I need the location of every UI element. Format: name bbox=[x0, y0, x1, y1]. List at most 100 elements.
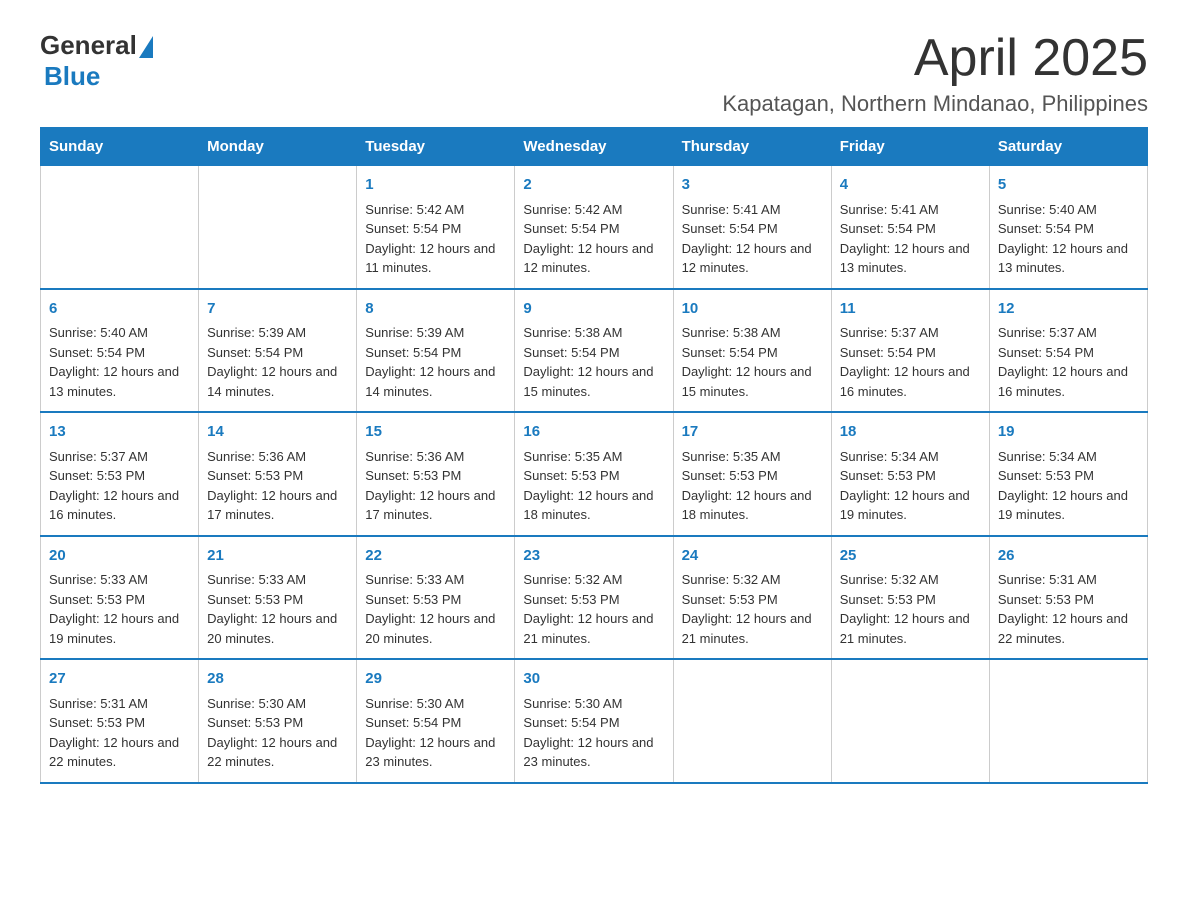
sun-info: Sunrise: 5:38 AMSunset: 5:54 PMDaylight:… bbox=[682, 323, 823, 401]
sun-info: Sunrise: 5:31 AMSunset: 5:53 PMDaylight:… bbox=[49, 694, 190, 772]
day-number: 9 bbox=[523, 298, 664, 321]
col-header-tuesday: Tuesday bbox=[357, 128, 515, 166]
day-number: 13 bbox=[49, 421, 190, 444]
col-header-thursday: Thursday bbox=[673, 128, 831, 166]
calendar-cell: 9Sunrise: 5:38 AMSunset: 5:54 PMDaylight… bbox=[515, 289, 673, 413]
sun-info: Sunrise: 5:39 AMSunset: 5:54 PMDaylight:… bbox=[365, 323, 506, 401]
calendar-cell: 6Sunrise: 5:40 AMSunset: 5:54 PMDaylight… bbox=[41, 289, 199, 413]
sun-info: Sunrise: 5:34 AMSunset: 5:53 PMDaylight:… bbox=[840, 447, 981, 525]
calendar-cell: 30 Sunrise: 5:30 AMSunset: 5:54 PMDayligh… bbox=[515, 659, 673, 783]
col-header-sunday: Sunday bbox=[41, 128, 199, 166]
calendar-cell: 18Sunrise: 5:34 AMSunset: 5:53 PMDayligh… bbox=[831, 412, 989, 536]
calendar-cell: 29Sunrise: 5:30 AMSunset: 5:54 PMDayligh… bbox=[357, 659, 515, 783]
sun-info: Sunrise: 5:42 AMSunset: 5:54 PMDaylight:… bbox=[365, 200, 506, 278]
calendar-cell: 13 Sunrise: 5:37 AMSunset: 5:53 PMDayligh… bbox=[41, 412, 199, 536]
day-number: 21 bbox=[207, 545, 348, 568]
day-number: 24 bbox=[682, 545, 823, 568]
calendar-cell: 2Sunrise: 5:42 AMSunset: 5:54 PMDaylight… bbox=[515, 166, 673, 289]
sun-info: Sunrise: 5:33 AMSunset: 5:53 PMDaylight:… bbox=[365, 570, 506, 648]
sun-info: Sunrise: 5:36 AMSunset: 5:53 PMDaylight:… bbox=[207, 447, 348, 525]
day-number: 17 bbox=[682, 421, 823, 444]
day-number: 3 bbox=[682, 174, 823, 197]
calendar-table: SundayMondayTuesdayWednesdayThursdayFrid… bbox=[40, 127, 1148, 784]
calendar-cell: 28 Sunrise: 5:30 AMSunset: 5:53 PMDayligh… bbox=[199, 659, 357, 783]
calendar-week-row: 20Sunrise: 5:33 AMSunset: 5:53 PMDayligh… bbox=[41, 536, 1148, 660]
calendar-cell: 25Sunrise: 5:32 AMSunset: 5:53 PMDayligh… bbox=[831, 536, 989, 660]
sun-info: Sunrise: 5:41 AMSunset: 5:54 PMDaylight:… bbox=[682, 200, 823, 278]
calendar-cell: 8Sunrise: 5:39 AMSunset: 5:54 PMDaylight… bbox=[357, 289, 515, 413]
sun-info: Sunrise: 5:37 AMSunset: 5:54 PMDaylight:… bbox=[998, 323, 1139, 401]
sun-info: Sunrise: 5:37 AMSunset: 5:54 PMDaylight:… bbox=[840, 323, 981, 401]
day-number: 14 bbox=[207, 421, 348, 444]
logo-triangle-icon bbox=[139, 36, 153, 58]
calendar-cell: 17Sunrise: 5:35 AMSunset: 5:53 PMDayligh… bbox=[673, 412, 831, 536]
calendar-cell: 23Sunrise: 5:32 AMSunset: 5:53 PMDayligh… bbox=[515, 536, 673, 660]
calendar-cell: 16Sunrise: 5:35 AMSunset: 5:53 PMDayligh… bbox=[515, 412, 673, 536]
sun-info: Sunrise: 5:32 AMSunset: 5:53 PMDaylight:… bbox=[682, 570, 823, 648]
calendar-cell: 4 Sunrise: 5:41 AMSunset: 5:54 PMDaylight… bbox=[831, 166, 989, 289]
day-number: 30 bbox=[523, 668, 664, 691]
day-number: 11 bbox=[840, 298, 981, 321]
calendar-cell: 1Sunrise: 5:42 AMSunset: 5:54 PMDaylight… bbox=[357, 166, 515, 289]
day-number: 10 bbox=[682, 298, 823, 321]
day-number: 19 bbox=[998, 421, 1139, 444]
calendar-cell: 7Sunrise: 5:39 AMSunset: 5:54 PMDaylight… bbox=[199, 289, 357, 413]
calendar-cell: 12Sunrise: 5:37 AMSunset: 5:54 PMDayligh… bbox=[989, 289, 1147, 413]
page-header: General Blue April 2025 Kapatagan, North… bbox=[40, 30, 1148, 117]
sun-info: Sunrise: 5:30 AMSunset: 5:53 PMDaylight:… bbox=[207, 694, 348, 772]
sun-info: Sunrise: 5:31 AMSunset: 5:53 PMDaylight:… bbox=[998, 570, 1139, 648]
sun-info: Sunrise: 5:38 AMSunset: 5:54 PMDaylight:… bbox=[523, 323, 664, 401]
month-title: April 2025 bbox=[722, 30, 1148, 87]
day-number: 4 bbox=[840, 174, 981, 197]
day-number: 7 bbox=[207, 298, 348, 321]
calendar-cell bbox=[199, 166, 357, 289]
day-number: 22 bbox=[365, 545, 506, 568]
calendar-cell: 3 Sunrise: 5:41 AMSunset: 5:54 PMDaylight… bbox=[673, 166, 831, 289]
calendar-cell: 22Sunrise: 5:33 AMSunset: 5:53 PMDayligh… bbox=[357, 536, 515, 660]
sun-info: Sunrise: 5:41 AMSunset: 5:54 PMDaylight:… bbox=[840, 200, 981, 278]
calendar-cell: 15 Sunrise: 5:36 AMSunset: 5:53 PMDayligh… bbox=[357, 412, 515, 536]
day-number: 2 bbox=[523, 174, 664, 197]
calendar-week-row: 1Sunrise: 5:42 AMSunset: 5:54 PMDaylight… bbox=[41, 166, 1148, 289]
day-number: 26 bbox=[998, 545, 1139, 568]
calendar-cell: 24Sunrise: 5:32 AMSunset: 5:53 PMDayligh… bbox=[673, 536, 831, 660]
logo: General Blue bbox=[40, 30, 153, 92]
day-number: 27 bbox=[49, 668, 190, 691]
day-number: 28 bbox=[207, 668, 348, 691]
col-header-wednesday: Wednesday bbox=[515, 128, 673, 166]
sun-info: Sunrise: 5:37 AMSunset: 5:53 PMDaylight:… bbox=[49, 447, 190, 525]
sun-info: Sunrise: 5:30 AMSunset: 5:54 PMDaylight:… bbox=[365, 694, 506, 772]
calendar-cell bbox=[41, 166, 199, 289]
calendar-cell: 20Sunrise: 5:33 AMSunset: 5:53 PMDayligh… bbox=[41, 536, 199, 660]
col-header-monday: Monday bbox=[199, 128, 357, 166]
calendar-cell: 27 Sunrise: 5:31 AMSunset: 5:53 PMDayligh… bbox=[41, 659, 199, 783]
calendar-cell bbox=[831, 659, 989, 783]
day-number: 16 bbox=[523, 421, 664, 444]
calendar-cell: 11Sunrise: 5:37 AMSunset: 5:54 PMDayligh… bbox=[831, 289, 989, 413]
day-number: 20 bbox=[49, 545, 190, 568]
sun-info: Sunrise: 5:30 AMSunset: 5:54 PMDaylight:… bbox=[523, 694, 664, 772]
calendar-week-row: 6Sunrise: 5:40 AMSunset: 5:54 PMDaylight… bbox=[41, 289, 1148, 413]
day-number: 12 bbox=[998, 298, 1139, 321]
day-number: 15 bbox=[365, 421, 506, 444]
sun-info: Sunrise: 5:40 AMSunset: 5:54 PMDaylight:… bbox=[49, 323, 190, 401]
title-section: April 2025 Kapatagan, Northern Mindanao,… bbox=[722, 30, 1148, 117]
logo-general-text: General bbox=[40, 30, 137, 61]
calendar-week-row: 13 Sunrise: 5:37 AMSunset: 5:53 PMDayligh… bbox=[41, 412, 1148, 536]
calendar-cell: 10Sunrise: 5:38 AMSunset: 5:54 PMDayligh… bbox=[673, 289, 831, 413]
calendar-cell: 21Sunrise: 5:33 AMSunset: 5:53 PMDayligh… bbox=[199, 536, 357, 660]
calendar-cell bbox=[673, 659, 831, 783]
calendar-cell bbox=[989, 659, 1147, 783]
calendar-week-row: 27 Sunrise: 5:31 AMSunset: 5:53 PMDayligh… bbox=[41, 659, 1148, 783]
col-header-friday: Friday bbox=[831, 128, 989, 166]
calendar-cell: 5Sunrise: 5:40 AMSunset: 5:54 PMDaylight… bbox=[989, 166, 1147, 289]
location-title: Kapatagan, Northern Mindanao, Philippine… bbox=[722, 91, 1148, 117]
day-number: 8 bbox=[365, 298, 506, 321]
sun-info: Sunrise: 5:36 AMSunset: 5:53 PMDaylight:… bbox=[365, 447, 506, 525]
sun-info: Sunrise: 5:39 AMSunset: 5:54 PMDaylight:… bbox=[207, 323, 348, 401]
day-number: 23 bbox=[523, 545, 664, 568]
sun-info: Sunrise: 5:33 AMSunset: 5:53 PMDaylight:… bbox=[49, 570, 190, 648]
day-number: 6 bbox=[49, 298, 190, 321]
calendar-cell: 26Sunrise: 5:31 AMSunset: 5:53 PMDayligh… bbox=[989, 536, 1147, 660]
col-header-saturday: Saturday bbox=[989, 128, 1147, 166]
